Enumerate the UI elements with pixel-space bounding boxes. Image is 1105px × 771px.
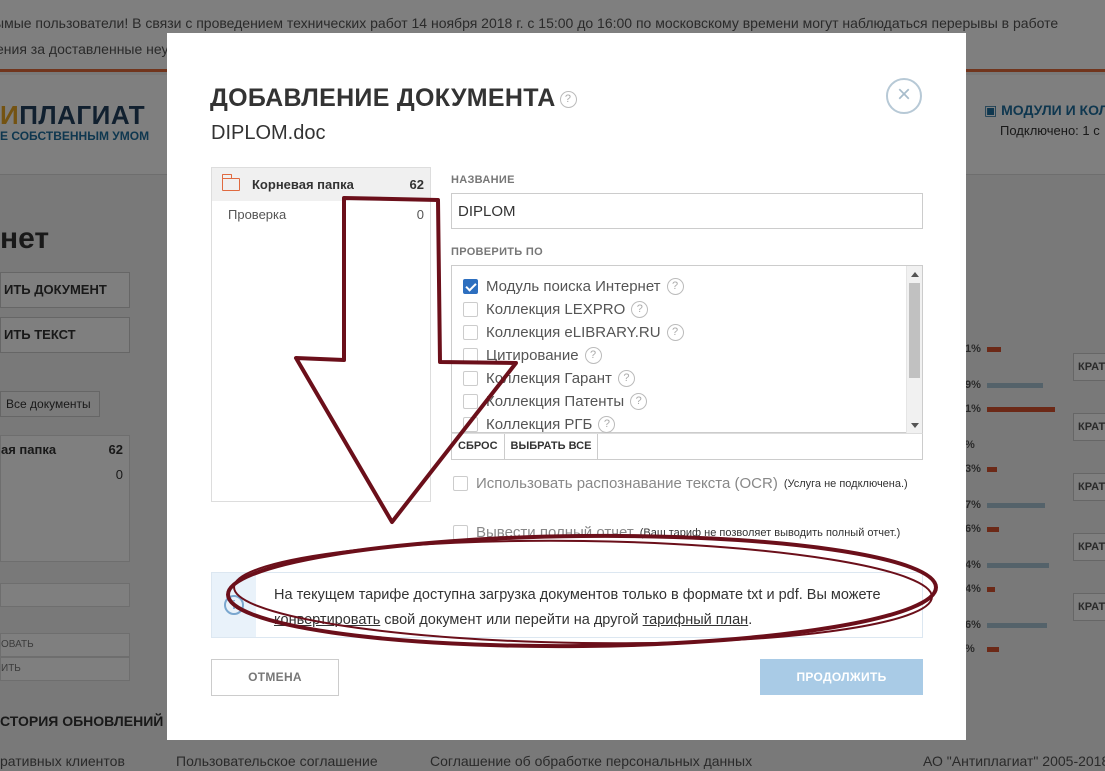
- check-source-item[interactable]: Цитирование?: [452, 344, 906, 367]
- ocr-label: Использовать распознавание текста (OCR): [476, 475, 778, 492]
- check-source-item[interactable]: Коллекция LEXPRO?: [452, 298, 906, 321]
- check-source-item[interactable]: Модуль поиска Интернет?: [452, 275, 906, 298]
- info-text: На текущем тарифе доступна загрузка доку…: [256, 573, 922, 637]
- source-label: Коллекция Гарант: [486, 370, 612, 387]
- tariff-plan-link[interactable]: тарифный план: [643, 612, 749, 628]
- cancel-button[interactable]: ОТМЕНА: [211, 659, 339, 696]
- source-label: Коллекция eLIBRARY.RU: [486, 324, 661, 341]
- source-checkbox[interactable]: [463, 279, 478, 294]
- help-icon[interactable]: ?: [666, 278, 684, 295]
- close-button[interactable]: ×: [886, 78, 922, 114]
- help-icon[interactable]: ?: [598, 416, 616, 433]
- folder-tree: Корневая папка 62 Проверка 0: [211, 167, 431, 502]
- check-actions: СБРОС ВЫБРАТЬ ВСЕ: [451, 433, 923, 460]
- folder-label: Корневая папка: [252, 177, 354, 192]
- ocr-note: (Услуга не подключена.): [783, 477, 908, 490]
- document-name-input[interactable]: [451, 193, 923, 229]
- help-icon[interactable]: ?: [559, 90, 577, 108]
- continue-button[interactable]: ПРОДОЛЖИТЬ: [760, 659, 923, 695]
- ocr-checkbox[interactable]: [453, 476, 468, 491]
- scroll-thumb[interactable]: [909, 283, 920, 378]
- source-checkbox[interactable]: [463, 394, 478, 409]
- source-checkbox[interactable]: [463, 325, 478, 340]
- scrollbar[interactable]: [906, 266, 922, 434]
- check-sources-list: Модуль поиска Интернет? Коллекция LEXPRO?…: [451, 265, 923, 434]
- help-icon[interactable]: ?: [630, 393, 648, 410]
- help-icon[interactable]: ?: [666, 324, 684, 341]
- source-label: Коллекция РГБ: [486, 416, 593, 433]
- full-report-option[interactable]: Вывести полный отчет (Ваш тариф не позво…: [453, 524, 900, 541]
- reset-button[interactable]: СБРОС: [452, 434, 505, 459]
- check-by-label: ПРОВЕРИТЬ ПО: [451, 246, 543, 258]
- source-checkbox[interactable]: [463, 417, 478, 432]
- full-report-label: Вывести полный отчет: [476, 524, 634, 541]
- folder-item-check[interactable]: Проверка 0: [212, 201, 430, 227]
- check-source-item[interactable]: Коллекция Патенты?: [452, 390, 906, 413]
- folder-count: 0: [416, 206, 424, 222]
- scroll-up-icon[interactable]: [911, 272, 919, 277]
- file-name: DIPLOM.doc: [211, 122, 326, 144]
- tariff-info-box: i На текущем тарифе доступна загрузка до…: [211, 572, 923, 638]
- folder-icon: [221, 174, 240, 191]
- source-checkbox[interactable]: [463, 302, 478, 317]
- dialog-title: ДОБАВЛЕНИЕ ДОКУМЕНТА?: [210, 84, 577, 113]
- check-source-item[interactable]: Коллекция РГБ?: [452, 413, 906, 434]
- source-label: Коллекция LEXPRO: [486, 301, 626, 318]
- help-icon[interactable]: ?: [584, 347, 602, 364]
- check-source-item[interactable]: Коллекция eLIBRARY.RU?: [452, 321, 906, 344]
- folder-count: 62: [409, 177, 424, 192]
- full-report-note: (Ваш тариф не позволяет выводить полный …: [639, 526, 901, 539]
- help-icon[interactable]: ?: [631, 301, 649, 318]
- scroll-down-icon[interactable]: [911, 423, 919, 428]
- check-source-item[interactable]: Коллекция Гарант?: [452, 367, 906, 390]
- select-all-button[interactable]: ВЫБРАТЬ ВСЕ: [505, 434, 599, 459]
- check-items: Модуль поиска Интернет? Коллекция LEXPRO?…: [452, 266, 906, 434]
- source-label: Коллекция Патенты: [486, 393, 625, 410]
- convert-link[interactable]: конвертировать: [274, 612, 380, 628]
- folder-item-root[interactable]: Корневая папка 62: [212, 168, 430, 201]
- source-label: Модуль поиска Интернет: [486, 278, 661, 295]
- source-checkbox[interactable]: [463, 371, 478, 386]
- add-document-dialog: ДОБАВЛЕНИЕ ДОКУМЕНТА? DIPLOM.doc × Корне…: [167, 33, 966, 740]
- ocr-option[interactable]: Использовать распознавание текста (OCR) …: [453, 475, 908, 492]
- help-icon[interactable]: ?: [617, 370, 635, 387]
- full-report-checkbox[interactable]: [453, 525, 468, 540]
- source-checkbox[interactable]: [463, 348, 478, 363]
- folder-label: Проверка: [228, 206, 287, 222]
- source-label: Цитирование: [486, 347, 579, 364]
- info-icon: i: [224, 595, 244, 615]
- name-label: НАЗВАНИЕ: [451, 174, 515, 186]
